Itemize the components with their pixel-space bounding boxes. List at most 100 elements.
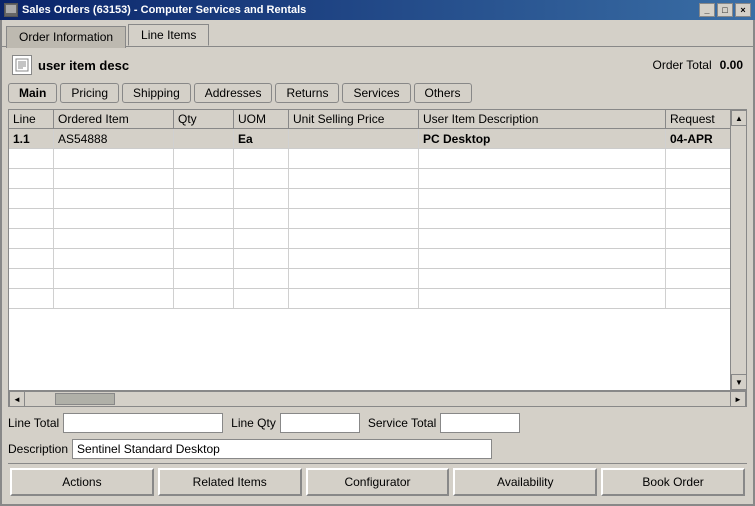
col-header-qty: Qty [174, 110, 234, 128]
order-total-label: Order Total [653, 58, 712, 72]
line-total-input[interactable] [63, 413, 223, 433]
table-cell [419, 149, 666, 168]
table-cell [9, 189, 54, 208]
table-cell [54, 169, 174, 188]
subtab-services[interactable]: Services [342, 83, 410, 103]
table-cell [174, 289, 234, 308]
table-cell [234, 249, 289, 268]
table-row[interactable] [9, 189, 746, 209]
horizontal-scrollbar[interactable]: ◄ ► [8, 391, 747, 407]
table-body: 1.1AS54888EaPC Desktop04-APR [9, 129, 746, 387]
table-cell [234, 169, 289, 188]
table-cell [9, 169, 54, 188]
table-cell [289, 269, 419, 288]
table-row[interactable]: 1.1AS54888EaPC Desktop04-APR [9, 129, 746, 149]
subtab-addresses[interactable]: Addresses [194, 83, 273, 103]
table-cell [54, 269, 174, 288]
table-cell [9, 229, 54, 248]
scroll-track-h [25, 393, 730, 405]
header-row: user item desc Order Total 0.00 [8, 53, 747, 77]
vertical-scrollbar[interactable]: ▲ ▼ [730, 110, 746, 390]
table-cell [9, 289, 54, 308]
table-cell [174, 149, 234, 168]
table-container: Line Ordered Item Qty UOM Unit Selling P… [8, 109, 747, 391]
title-bar: Sales Orders (63153) - Computer Services… [0, 0, 755, 20]
book-order-button[interactable]: Book Order [601, 468, 745, 496]
main-tab-bar: Order Information Line Items [2, 20, 753, 46]
table-cell [419, 269, 666, 288]
scroll-right-button[interactable]: ► [730, 391, 746, 407]
table-cell [54, 249, 174, 268]
table-cell [289, 249, 419, 268]
table-header: Line Ordered Item Qty UOM Unit Selling P… [9, 110, 746, 129]
scroll-down-button[interactable]: ▼ [731, 374, 747, 390]
table-cell [54, 229, 174, 248]
actions-button[interactable]: Actions [10, 468, 154, 496]
table-wrapper: Line Ordered Item Qty UOM Unit Selling P… [8, 109, 747, 407]
availability-button[interactable]: Availability [453, 468, 597, 496]
table-row[interactable] [9, 269, 746, 289]
col-header-line: Line [9, 110, 54, 128]
table-cell [289, 189, 419, 208]
table-row[interactable] [9, 289, 746, 309]
service-total-input[interactable] [440, 413, 520, 433]
window-controls: _ □ × [699, 3, 751, 17]
col-header-unit-selling-price: Unit Selling Price [289, 110, 419, 128]
table-row[interactable] [9, 229, 746, 249]
tab-order-information[interactable]: Order Information [6, 26, 126, 48]
table-cell [174, 129, 234, 148]
maximize-button[interactable]: □ [717, 3, 733, 17]
configurator-button[interactable]: Configurator [306, 468, 450, 496]
button-bar: Actions Related Items Configurator Avail… [8, 463, 747, 498]
line-total-label: Line Total [8, 416, 59, 430]
content-area: user item desc Order Total 0.00 Main Pri… [2, 46, 753, 504]
line-qty-group: Line Qty [231, 413, 360, 433]
subtab-shipping[interactable]: Shipping [122, 83, 191, 103]
subtab-others[interactable]: Others [414, 83, 472, 103]
document-icon [12, 55, 32, 75]
related-items-button[interactable]: Related Items [158, 468, 302, 496]
table-cell [419, 169, 666, 188]
table-cell [9, 249, 54, 268]
order-total-area: Order Total 0.00 [653, 58, 744, 72]
table-cell [419, 229, 666, 248]
table-cell [289, 209, 419, 228]
scroll-thumb-h[interactable] [55, 393, 115, 405]
table-cell: AS54888 [54, 129, 174, 148]
table-row[interactable] [9, 249, 746, 269]
description-row: Description [8, 439, 747, 459]
col-header-user-item-desc: User Item Description [419, 110, 666, 128]
table-cell [54, 189, 174, 208]
scroll-left-button[interactable]: ◄ [9, 391, 25, 407]
sub-tab-bar: Main Pricing Shipping Addresses Returns … [8, 81, 747, 105]
tab-line-items[interactable]: Line Items [128, 24, 209, 46]
table-cell [174, 189, 234, 208]
table-row[interactable] [9, 209, 746, 229]
main-window: Order Information Line Items user item d… [0, 20, 755, 506]
table-cell [9, 209, 54, 228]
table-cell [54, 289, 174, 308]
subtab-returns[interactable]: Returns [275, 83, 339, 103]
description-input[interactable] [72, 439, 492, 459]
table-cell [234, 229, 289, 248]
minimize-button[interactable]: _ [699, 3, 715, 17]
table-cell [419, 209, 666, 228]
table-cell: Ea [234, 129, 289, 148]
table-row[interactable] [9, 149, 746, 169]
line-qty-input[interactable] [280, 413, 360, 433]
table-cell [234, 209, 289, 228]
table-cell [419, 189, 666, 208]
table-cell [234, 269, 289, 288]
col-header-ordered-item: Ordered Item [54, 110, 174, 128]
table-cell: 1.1 [9, 129, 54, 148]
table-cell [289, 229, 419, 248]
subtab-main[interactable]: Main [8, 83, 57, 103]
close-button[interactable]: × [735, 3, 751, 17]
table-row[interactable] [9, 169, 746, 189]
table-cell [234, 149, 289, 168]
table-cell [54, 209, 174, 228]
footer-fields: Line Total Line Qty Service Total [8, 411, 747, 435]
order-total-value: 0.00 [720, 58, 743, 72]
subtab-pricing[interactable]: Pricing [60, 83, 119, 103]
scroll-up-button[interactable]: ▲ [731, 110, 747, 126]
